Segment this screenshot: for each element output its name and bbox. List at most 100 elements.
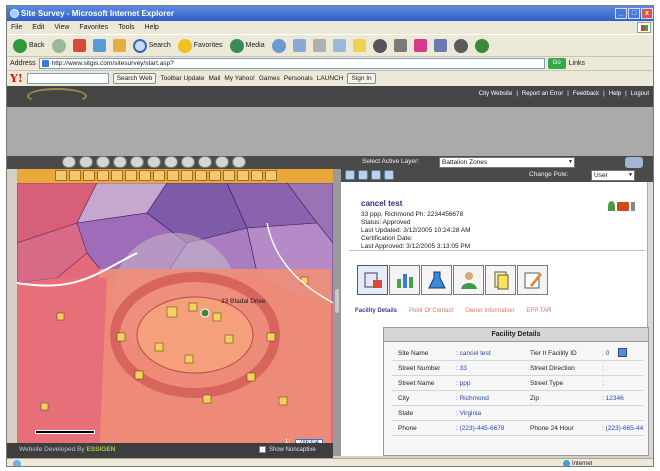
map-tool-3-icon[interactable] (83, 170, 95, 181)
go-button[interactable]: Go (547, 58, 566, 69)
toolbar-update-link[interactable]: Toolbar Update (160, 75, 204, 82)
map-tool-5-icon[interactable] (111, 170, 123, 181)
close-button[interactable]: x (641, 8, 653, 19)
help-link[interactable]: Help (609, 91, 621, 97)
logout-link[interactable]: Logout (631, 91, 649, 97)
forward-button[interactable] (50, 38, 68, 53)
user-button[interactable] (452, 38, 470, 53)
expand-icon[interactable] (345, 170, 355, 180)
identify-icon[interactable] (130, 156, 144, 168)
full-extent-icon[interactable] (113, 156, 127, 168)
report-icon[interactable] (384, 170, 394, 180)
map-tool-12-icon[interactable] (209, 170, 221, 181)
change-pole-select[interactable]: User (591, 170, 635, 181)
map-canvas[interactable] (17, 183, 333, 456)
map-pin-icon[interactable] (608, 201, 615, 211)
city-website-link[interactable]: City Website (479, 91, 513, 97)
notes-tab[interactable] (517, 265, 548, 295)
active-layer-select[interactable]: Battalion Zones (439, 157, 575, 168)
search-button[interactable]: Search (131, 38, 173, 53)
print-small-icon[interactable] (631, 201, 635, 211)
map-tool-16-icon[interactable] (265, 170, 277, 181)
contact-tab[interactable] (453, 265, 484, 295)
tab-point-of-contact[interactable]: Point Of Contact (409, 308, 453, 314)
show-noncaptive-toggle[interactable]: Show Noncaptive (259, 446, 316, 453)
menu-file[interactable]: File (11, 24, 22, 31)
menu-tools[interactable]: Tools (118, 24, 134, 31)
print-button[interactable] (311, 39, 328, 52)
map-tool-6-icon[interactable] (125, 170, 137, 181)
network-button[interactable] (473, 38, 491, 53)
yahoo-logo[interactable]: Y! (10, 72, 23, 85)
mail-link[interactable]: Mail (208, 75, 220, 82)
show-noncaptive-checkbox[interactable] (259, 446, 266, 453)
print-map-icon[interactable] (147, 156, 161, 168)
map-tool-9-icon[interactable] (167, 170, 179, 181)
facility-info-tab[interactable] (357, 265, 388, 295)
edit-record-icon[interactable] (358, 170, 368, 180)
map-tool-8-icon[interactable] (153, 170, 165, 181)
yahoo-search-input[interactable] (26, 73, 109, 84)
back-button[interactable]: Back (11, 38, 47, 53)
pdf-icon[interactable] (617, 201, 629, 211)
maximize-button[interactable]: □ (628, 8, 640, 19)
launch-link[interactable]: LAUNCH (317, 75, 344, 82)
buffer-icon[interactable] (198, 156, 212, 168)
menu-help[interactable]: Help (145, 24, 159, 31)
edit-button[interactable] (331, 39, 348, 52)
facility-id-lookup-icon[interactable] (618, 348, 627, 357)
history-button[interactable] (270, 38, 288, 53)
map-tool-4-icon[interactable] (97, 170, 109, 181)
calendar-icon[interactable] (371, 170, 381, 180)
minimize-button[interactable]: _ (615, 8, 627, 19)
search-web-button[interactable]: Search Web (112, 73, 157, 84)
tab-owner-information[interactable]: Owner Information (465, 308, 514, 314)
map-tool-2-icon[interactable] (69, 170, 81, 181)
favorites-button[interactable]: Favorites (176, 38, 225, 53)
panel-splitter[interactable] (333, 169, 341, 456)
tab-epp-tar[interactable]: EPP TAR (526, 308, 551, 314)
refresh-button[interactable] (91, 39, 108, 52)
zoom-out-icon[interactable] (79, 156, 93, 168)
map-tool-10-icon[interactable] (181, 170, 193, 181)
stop-button[interactable] (71, 39, 88, 52)
menu-favorites[interactable]: Favorites (79, 24, 108, 31)
my-yahoo-link[interactable]: My Yahoo! (224, 75, 254, 82)
report-error-link[interactable]: Report an Error (522, 91, 563, 97)
tool-button-2[interactable] (392, 39, 409, 52)
splitter-grip-icon[interactable] (335, 289, 339, 313)
map-tool-11-icon[interactable] (195, 170, 207, 181)
tool-button-1[interactable] (371, 38, 389, 53)
feedback-link[interactable]: Feedback (573, 91, 599, 97)
measure-icon[interactable] (164, 156, 178, 168)
sign-in-button[interactable]: Sign In (347, 73, 376, 84)
folder-button[interactable] (351, 39, 368, 52)
select-icon[interactable] (181, 156, 195, 168)
personals-link[interactable]: Personals (284, 75, 313, 82)
links-label[interactable]: Links (569, 60, 585, 67)
home-button[interactable] (111, 39, 128, 52)
games-link[interactable]: Games (259, 75, 280, 82)
map-tool-7-icon[interactable] (139, 170, 151, 181)
menu-edit[interactable]: Edit (32, 24, 44, 31)
map-tool-1-icon[interactable] (55, 170, 67, 181)
tab-facility-details[interactable]: Facility Details (355, 308, 397, 314)
map-tool-13-icon[interactable] (223, 170, 235, 181)
chart-tab[interactable] (389, 265, 420, 295)
developer-brand[interactable]: ESSIGEN (86, 446, 115, 453)
research-button[interactable] (432, 39, 449, 52)
map-tool-15-icon[interactable] (251, 170, 263, 181)
help-icon[interactable] (625, 157, 643, 168)
layers-icon[interactable] (232, 156, 246, 168)
messenger-button[interactable] (412, 39, 429, 52)
clear-icon[interactable] (215, 156, 229, 168)
media-button[interactable]: Media (228, 38, 267, 53)
pan-icon[interactable] (96, 156, 110, 168)
zoom-in-icon[interactable] (62, 156, 76, 168)
address-input[interactable]: http://www.sitgis.com/sitesurvey/start.a… (38, 58, 545, 69)
mail-button[interactable] (291, 39, 308, 52)
menu-view[interactable]: View (54, 24, 69, 31)
chemical-tab[interactable] (421, 265, 452, 295)
documents-tab[interactable] (485, 265, 516, 295)
map-tool-14-icon[interactable] (237, 170, 249, 181)
